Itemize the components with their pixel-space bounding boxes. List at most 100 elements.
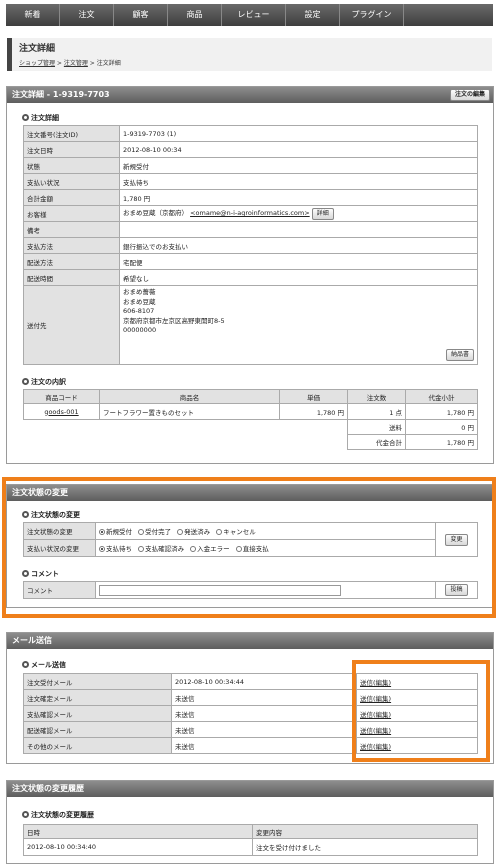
order-status-row: 注文状態の変更 新規受付 受付完了 発送済み キャンセル 変更 <box>23 522 478 557</box>
send-mail-link[interactable]: 送信(編集) <box>360 743 391 751</box>
post-comment-button[interactable]: 投稿 <box>445 584 468 596</box>
table-header-row: 日時 変更内容 <box>23 824 478 839</box>
customer-detail-button[interactable]: 詳細 <box>311 208 334 220</box>
radio-icon <box>235 546 242 552</box>
comment-input[interactable] <box>99 584 341 596</box>
payment-status-row: 支払い状況の変更 支払待ち 支払確認済み 入金エラー 直接支払 <box>23 539 478 557</box>
edit-order-button[interactable]: 注文の編集 <box>449 89 490 101</box>
nav-item-products[interactable]: 商品 <box>168 4 222 26</box>
status-change-header: 注文状態の変更 <box>7 485 493 501</box>
page-title: 注文詳細 <box>19 44 56 54</box>
table-row: goods-001 フートフラワー置きものセット 1,780 円 1 点 1,7… <box>23 403 478 420</box>
send-mail-link[interactable]: 送信(編集) <box>360 711 391 719</box>
radio-icon <box>190 546 197 552</box>
order-detail-section-title: 注文詳細 <box>22 113 59 123</box>
breadcrumb: ショップ管理 > 注文管理 > 注文詳細 <box>19 60 121 67</box>
nav-item-plugins[interactable]: プラグイン <box>340 4 404 26</box>
shipping-fee-row: 送料 0 円 <box>23 419 478 435</box>
nav-item-orders[interactable]: 注文 <box>60 4 114 26</box>
table-row: 配送方法 宅配便 <box>23 253 478 270</box>
radio-option[interactable]: 新規受付 <box>99 528 132 536</box>
breadcrumb-shop-admin[interactable]: ショップ管理 <box>19 60 55 67</box>
radio-icon <box>99 546 105 552</box>
table-row: 配送確認メール 未送信 送信(編集) <box>23 721 478 738</box>
order-items-section-title: 注文の内訳 <box>22 377 66 387</box>
mail-table: 注文受付メール 2012-08-10 00:34:44 送信(編集) 注文確定メ… <box>23 673 478 754</box>
bullet-icon <box>22 511 29 518</box>
address-line: 606-8107 <box>123 307 155 315</box>
breadcrumb-order-admin[interactable]: 注文管理 <box>64 60 88 67</box>
address-line: おまめ薔薇 <box>123 288 156 296</box>
radio-icon <box>216 529 223 535</box>
table-row: 支払方法 銀行振込でのお支払い <box>23 237 478 254</box>
comment-row: コメント 投稿 <box>23 581 478 599</box>
status-change-table: 注文状態の変更 新規受付 受付完了 発送済み キャンセル 変更 支払い状況の変更… <box>23 522 478 557</box>
customer-name: おまめ豆蔵（京都府） <box>123 209 188 217</box>
table-row: 注文日時 2012-08-10 00:34 <box>23 141 478 158</box>
customer-email-link[interactable]: <omame@n-i-agroinformatics.com> <box>190 209 310 217</box>
nav-item-settings[interactable]: 設定 <box>286 4 340 26</box>
table-row: 合計金額 1,780 円 <box>23 189 478 206</box>
status-change-panel: 注文状態の変更 注文状態の変更 注文状態の変更 新規受付 受付完了 発送済み キ… <box>6 484 494 608</box>
status-change-section-title: 注文状態の変更 <box>22 510 80 520</box>
radio-option[interactable]: 発送済み <box>177 528 210 536</box>
order-items-table: 商品コード 商品名 単価 注文数 代金小計 goods-001 フートフラワー置… <box>23 389 478 450</box>
order-detail-table: 注文番号(注文ID) 1-9319-7703 (1) 注文日時 2012-08-10… <box>23 125 478 365</box>
send-mail-link[interactable]: 送信(編集) <box>360 727 391 735</box>
table-row: 注文確定メール 未送信 送信(編集) <box>23 689 478 706</box>
table-row: 備考 <box>23 221 478 238</box>
mail-header: メール送信 <box>7 633 493 649</box>
table-row: 支払確認メール 未送信 送信(編集) <box>23 705 478 722</box>
history-section-title: 注文状態の変更履歴 <box>22 810 94 820</box>
breadcrumb-current: 注文詳細 <box>96 60 121 67</box>
mail-panel: メール送信 メール送信 注文受付メール 2012-08-10 00:34:44 … <box>6 632 494 764</box>
order-detail-header: 注文詳細 - 1-9319-7703 注文の編集 <box>7 87 493 103</box>
total-row: 代金合計 1,780 円 <box>23 434 478 450</box>
comment-section-title: コメント <box>22 569 59 579</box>
change-status-button[interactable]: 変更 <box>445 533 468 546</box>
nav-item-reviews[interactable]: レビュー <box>222 4 286 26</box>
radio-option[interactable]: キャンセル <box>216 528 256 536</box>
radio-icon <box>177 529 184 535</box>
address-line: 京都府京都市左京区高野東開町8-5 <box>123 316 225 325</box>
table-row: 注文受付メール 2012-08-10 00:34:44 送信(編集) <box>23 673 478 690</box>
nav-item-customers[interactable]: 顧客 <box>114 4 168 26</box>
table-header-row: 商品コード 商品名 単価 注文数 代金小計 <box>23 389 478 404</box>
order-detail-title: 注文詳細 - 1-9319-7703 <box>12 90 110 99</box>
order-status-radio-group: 新規受付 受付完了 発送済み キャンセル <box>95 522 436 540</box>
bullet-icon <box>22 661 29 668</box>
bullet-icon <box>22 378 29 385</box>
mail-section-title: メール送信 <box>22 660 66 670</box>
table-row-shipping-address: 送付先 おまめ薔薇 おまめ豆蔵 606-8107 京都府京都市左京区高野東開町8… <box>23 285 478 365</box>
send-mail-link[interactable]: 送信(編集) <box>360 679 391 687</box>
radio-option[interactable]: 入金エラー <box>190 545 230 553</box>
radio-option[interactable]: 直接支払 <box>235 545 269 553</box>
radio-icon <box>99 529 105 535</box>
send-mail-link[interactable]: 送信(編集) <box>360 695 391 703</box>
history-panel: 注文状態の変更履歴 注文状態の変更履歴 日時 変更内容 2012-08-10 0… <box>6 780 494 864</box>
address-line: おまめ豆蔵 <box>123 297 156 306</box>
order-detail-panel: 注文詳細 - 1-9319-7703 注文の編集 注文詳細 注文番号(注文ID)… <box>6 86 494 464</box>
table-row: 2012-08-10 00:34:40 注文を受け付けました <box>23 838 478 856</box>
nav-item-news[interactable]: 新着 <box>6 4 60 26</box>
history-header: 注文状態の変更履歴 <box>7 781 493 797</box>
bullet-icon <box>22 811 29 818</box>
product-code-link[interactable]: goods-001 <box>44 408 78 416</box>
bullet-icon <box>22 114 29 121</box>
radio-option[interactable]: 受付完了 <box>138 528 171 536</box>
table-row: 配送時間 希望なし <box>23 269 478 286</box>
history-table: 日時 変更内容 2012-08-10 00:34:40 注文を受け付けました <box>23 824 478 856</box>
radio-icon <box>138 546 145 552</box>
radio-icon <box>138 529 145 535</box>
address-line: 00000000 <box>123 326 157 334</box>
radio-option[interactable]: 支払確認済み <box>138 545 184 553</box>
table-row: 状態 新規受付 <box>23 157 478 174</box>
radio-option[interactable]: 支払待ち <box>99 545 132 553</box>
top-nav: 新着 注文 顧客 商品 レビュー 設定 プラグイン <box>6 4 493 26</box>
page-title-box: 注文詳細 ショップ管理 > 注文管理 > 注文詳細 <box>7 38 492 71</box>
table-row: その他のメール 未送信 送信(編集) <box>23 737 478 754</box>
table-row-customer: お客様 おまめ豆蔵（京都府） <omame@n-i-agroinformatic… <box>23 205 478 222</box>
delivery-slip-button[interactable]: 納品書 <box>445 349 474 361</box>
table-row: 支払い状況 支払待ち <box>23 173 478 190</box>
comment-table: コメント 投稿 <box>23 581 478 599</box>
